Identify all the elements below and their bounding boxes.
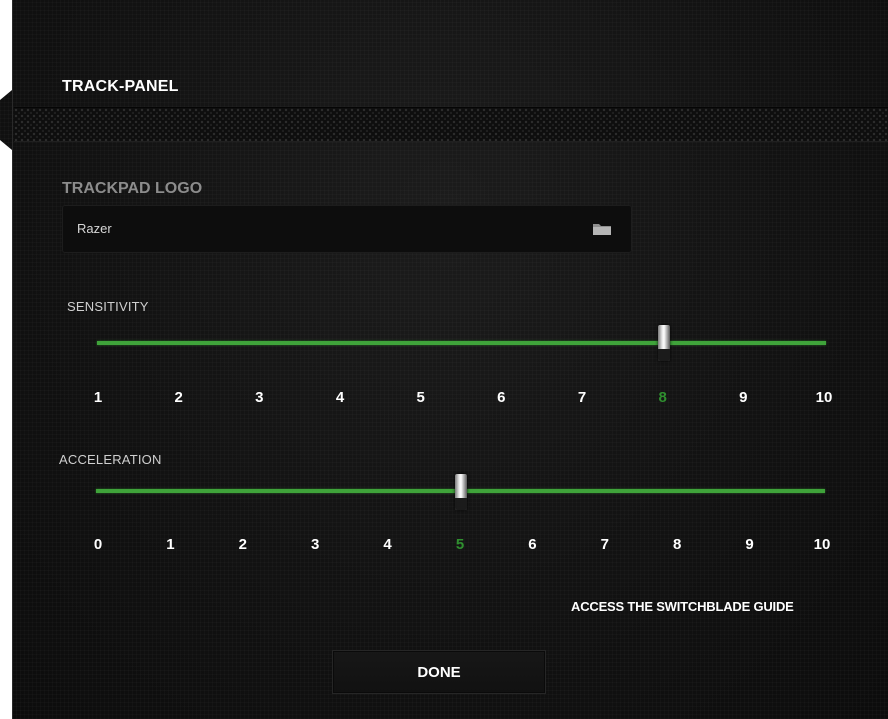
acceleration-label: ACCELERATION: [59, 452, 162, 467]
track-panel-window: TRACK-PANEL TRACKPAD LOGO Razer SENSITIV…: [0, 0, 888, 719]
sensitivity-tick-label: 7: [577, 389, 587, 406]
acceleration-tick-label: 1: [166, 536, 175, 553]
sensitivity-label: SENSITIVITY: [67, 299, 149, 314]
trackpad-logo-value: Razer: [77, 221, 112, 236]
acceleration-tick-label: 0: [93, 536, 103, 553]
sensitivity-tick-label: 6: [497, 389, 506, 406]
acceleration-tick-label: 10: [813, 536, 831, 553]
acceleration-tick-label: 6: [528, 536, 537, 553]
sensitivity-slider-thumb[interactable]: [658, 325, 670, 361]
acceleration-tick-label: 3: [311, 536, 320, 553]
sensitivity-tick-label: 3: [255, 389, 264, 406]
acceleration-tick-label: 4: [383, 536, 392, 553]
sensitivity-slider-track[interactable]: [97, 341, 826, 345]
sensitivity-tick-label: 9: [739, 389, 748, 406]
sensitivity-tick-label: 4: [335, 389, 345, 406]
panel-title: TRACK-PANEL: [62, 78, 179, 95]
acceleration-slider-thumb[interactable]: [454, 474, 467, 510]
trackpad-logo-label: TRACKPAD LOGO: [62, 180, 203, 197]
trackpad-logo-selector[interactable]: Razer: [62, 205, 632, 253]
folder-icon[interactable]: [592, 222, 612, 236]
header-divider: [14, 107, 888, 142]
acceleration-tick-label: 9: [745, 536, 754, 553]
acceleration-tick-label: 7: [600, 536, 609, 553]
sensitivity-tick-label: 1: [93, 389, 103, 406]
sensitivity-tick-label: 10: [815, 389, 833, 406]
acceleration-tick-label: 8: [673, 536, 682, 553]
acceleration-tick-label: 2: [238, 536, 247, 553]
acceleration-tick-label: 5: [455, 536, 465, 553]
switchblade-guide-link[interactable]: ACCESS THE SWITCHBLADE GUIDE: [571, 599, 794, 614]
done-button[interactable]: DONE: [332, 650, 546, 694]
sensitivity-tick-label: 2: [174, 389, 183, 406]
sensitivity-tick-label: 8: [658, 389, 667, 406]
sensitivity-tick-label: 5: [416, 389, 425, 406]
